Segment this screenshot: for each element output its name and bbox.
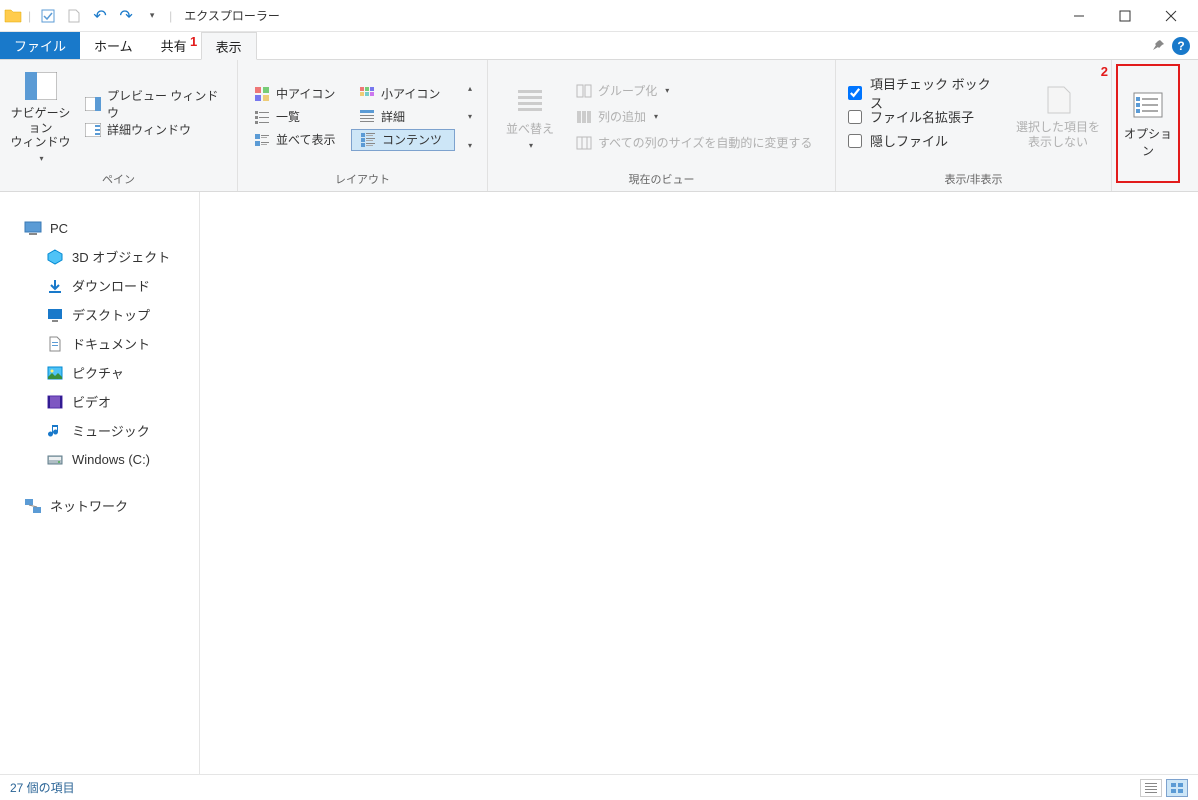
nav-videos[interactable]: ビデオ [42,387,199,416]
layout-small-icons[interactable]: 小アイコン [351,83,455,105]
sort-by-button[interactable]: 並べ替え ▾ [496,64,564,169]
network-icon [24,497,42,515]
nav-pc[interactable]: PC [20,214,199,242]
details-pane-button[interactable]: 詳細ウィンドウ [79,118,229,142]
nav-desktop[interactable]: デスクトップ [42,300,199,329]
details-view-button[interactable] [1140,779,1162,797]
preview-pane-button[interactable]: プレビュー ウィンドウ [79,92,229,116]
hidden-files-toggle[interactable]: 隠しファイル [844,129,1007,153]
nav-network[interactable]: ネットワーク [20,491,199,520]
show-hide-group-label: 表示/非表示 [844,169,1103,189]
qat-new-button[interactable] [63,5,85,27]
status-item-count: 27 個の項目 [10,779,75,796]
tab-file[interactable]: ファイル [0,32,80,59]
qat-properties-button[interactable] [37,5,59,27]
layout-medium-icons[interactable]: 中アイコン [246,83,350,105]
layout-tiles[interactable]: 並べて表示 [246,129,350,151]
cube-icon [46,248,64,266]
gallery-scroll-down[interactable]: ▾ [463,112,477,121]
document-icon [46,335,64,353]
maximize-button[interactable] [1102,0,1148,32]
pictures-icon [46,364,64,382]
nav-downloads[interactable]: ダウンロード [42,271,199,300]
layout-gallery[interactable]: 中アイコン 小アイコン 一覧 詳細 並べて表示 [246,83,455,151]
minimize-button[interactable] [1056,0,1102,32]
tab-view[interactable]: 表示 [201,32,257,60]
redo-button[interactable]: ↷ [115,5,137,27]
layout-details[interactable]: 詳細 [351,106,455,128]
nav-c-drive[interactable]: Windows (C:) [42,445,199,473]
layout-group-label: レイアウト [246,169,479,189]
help-icon[interactable]: ? [1172,37,1190,55]
current-view-group-label: 現在のビュー [496,169,827,189]
close-button[interactable] [1148,0,1194,32]
tab-home[interactable]: ホーム [80,32,147,59]
desktop-icon [46,306,64,324]
layout-content[interactable]: コンテンツ [351,129,455,151]
undo-button[interactable]: ↶ [89,5,111,27]
file-extensions-toggle[interactable]: ファイル名拡張子 [844,105,1007,129]
options-button[interactable]: オプション [1116,64,1180,183]
download-icon [46,277,64,295]
window-title: エクスプローラー [184,7,280,24]
navigation-pane[interactable]: PC 3D オブジェクト ダウンロード デスクトップ ドキュメント ピクチャ [0,192,200,774]
gallery-expand[interactable]: ▾ [463,141,477,150]
icons-view-button[interactable] [1166,779,1188,797]
layout-list[interactable]: 一覧 [246,106,350,128]
folder-icon [4,7,22,25]
panes-group-label: ペイン [8,169,229,189]
nav-music[interactable]: ミュージック [42,416,199,445]
nav-documents[interactable]: ドキュメント [42,329,199,358]
navigation-pane-button[interactable]: ナビゲーション ウィンドウ ▾ [8,64,73,169]
drive-icon [46,450,64,468]
hide-selected-button[interactable]: 選択した項目を 表示しない [1013,64,1103,169]
gallery-scroll-up[interactable]: ▴ [463,84,477,93]
pin-ribbon-icon[interactable] [1150,38,1166,53]
size-columns-button[interactable]: すべての列のサイズを自動的に変更する [570,131,818,155]
group-by-button[interactable]: グループ化▾ [570,79,818,103]
nav-pictures[interactable]: ピクチャ [42,358,199,387]
nav-3d-objects[interactable]: 3D オブジェクト [42,242,199,271]
annotation-2: 2 [1101,64,1108,79]
annotation-1: 1 [190,34,197,49]
add-columns-button[interactable]: 列の追加▾ [570,105,818,129]
music-icon [46,422,64,440]
video-icon [46,393,64,411]
item-checkboxes-toggle[interactable]: 項目チェック ボックス [844,81,1007,105]
pc-icon [24,219,42,237]
qat-dropdown[interactable]: ▾ [141,5,163,27]
file-list-area[interactable] [200,192,1198,774]
